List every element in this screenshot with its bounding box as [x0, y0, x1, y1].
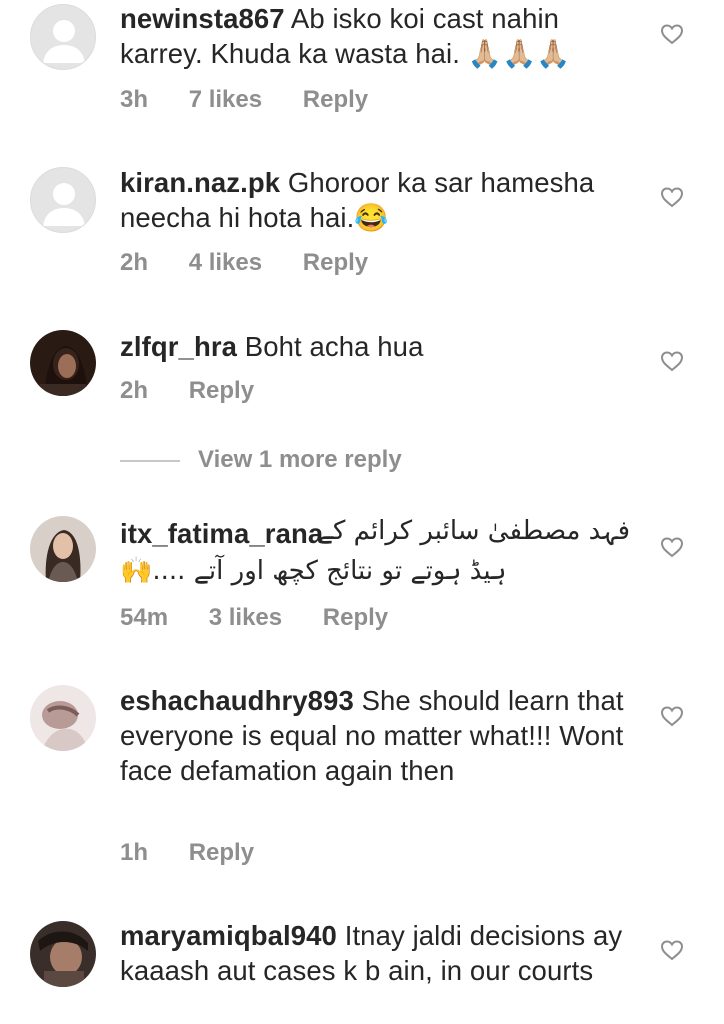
- reply-button[interactable]: Reply: [303, 249, 368, 276]
- comment-meta: 2h 4 likes Reply: [120, 249, 402, 277]
- comment-time: 3h: [120, 86, 149, 113]
- username-link[interactable]: eshachaudhry893: [120, 685, 354, 716]
- heart-icon[interactable]: [660, 536, 684, 558]
- comment-meta: 1h Reply: [120, 839, 288, 867]
- heart-icon[interactable]: [660, 350, 684, 372]
- comment-text: eshachaudhry893 She should learn that ev…: [120, 683, 630, 788]
- username-link[interactable]: maryamiqbal940: [120, 920, 337, 951]
- replies-divider: [120, 460, 180, 462]
- heart-icon[interactable]: [660, 939, 684, 961]
- default-avatar-icon[interactable]: [30, 4, 96, 70]
- likes-count[interactable]: 4 likes: [189, 249, 262, 276]
- reply-button[interactable]: Reply: [189, 377, 254, 404]
- comment-time: 1h: [120, 839, 149, 866]
- user-avatar[interactable]: [30, 516, 96, 582]
- comment-meta: 54m 3 likes Reply: [120, 604, 422, 632]
- heart-icon[interactable]: [660, 705, 684, 727]
- username-link[interactable]: zlfqr_hra: [120, 331, 237, 362]
- comment-body-line-1: فہد مصطفیٰ سائبر کرائم کے: [317, 516, 630, 546]
- username-link[interactable]: itx_fatima_rana: [120, 516, 323, 551]
- likes-count[interactable]: 7 likes: [189, 86, 262, 113]
- comment-time: 2h: [120, 377, 149, 404]
- user-avatar[interactable]: [30, 685, 96, 751]
- reply-button[interactable]: Reply: [323, 604, 388, 631]
- comment-time: 2h: [120, 249, 149, 276]
- comment-text: newinsta867 Ab isko koi cast nahin karre…: [120, 1, 630, 71]
- comment-text: zlfqr_hra Boht acha hua: [120, 329, 630, 364]
- default-avatar-icon[interactable]: [30, 167, 96, 233]
- username-link[interactable]: kiran.naz.pk: [120, 167, 280, 198]
- comment-text: itx_fatima_rana فہد مصطفیٰ سائبر کرائم ک…: [120, 516, 640, 586]
- likes-count[interactable]: 3 likes: [209, 604, 282, 631]
- view-more-replies-label[interactable]: View 1 more reply: [198, 446, 402, 474]
- heart-icon[interactable]: [660, 23, 684, 45]
- comment-text: kiran.naz.pk Ghoroor ka sar hamesha neec…: [120, 165, 630, 235]
- comment-meta: 3h 7 likes Reply: [120, 86, 402, 114]
- heart-icon[interactable]: [660, 186, 684, 208]
- reply-button[interactable]: Reply: [189, 839, 254, 866]
- user-avatar[interactable]: [30, 330, 96, 396]
- comment-meta: 2h Reply: [120, 377, 288, 405]
- username-link[interactable]: newinsta867: [120, 3, 285, 34]
- reply-button[interactable]: Reply: [303, 86, 368, 113]
- comment-time: 54m: [120, 604, 169, 631]
- comment-text: maryamiqbal940 Itnay jaldi decisions ay …: [120, 918, 630, 988]
- user-avatar[interactable]: [30, 921, 96, 987]
- comment-body-line-2: ہیڈ ہوتے تو نتائج کچھ اور آتے ....🙌: [120, 556, 507, 586]
- comment-body: Boht acha hua: [244, 331, 424, 362]
